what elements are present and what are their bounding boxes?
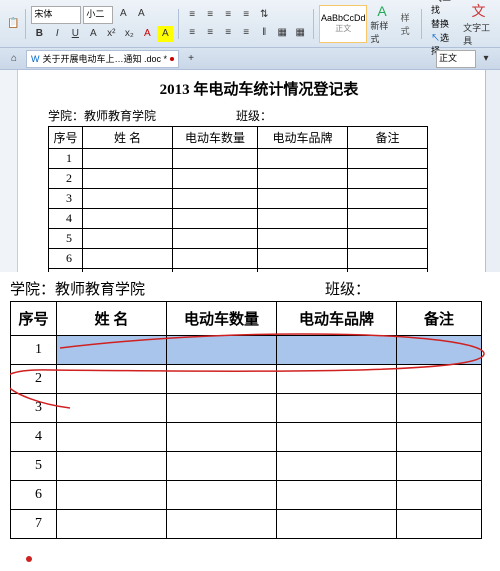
table-row: 7 [11,510,482,539]
word-window: 📋 宋体 小二 A A B I U A x² x₂ A A ≡ [0,0,500,272]
shrink-font-icon[interactable]: A [133,6,149,22]
style-preview: AaBbCcDd [321,13,366,23]
col-no: 序号 [49,127,83,149]
school-label: 学院： [48,109,84,123]
col-brand: 电动车品牌 [277,302,397,336]
col-no: 序号 [11,302,57,336]
outdent-icon[interactable]: ≡ [220,7,236,23]
table-row: 4 [49,209,428,229]
table-row: 3 [49,189,428,209]
zoomed-detail-view: 学院：教师教育学院 班级： 序号 姓 名 电动车数量 电动车品牌 备注 1 2 … [0,272,500,569]
subscript-button[interactable]: x₂ [121,26,137,42]
strike-button[interactable]: A [85,26,101,42]
col-note: 备注 [348,127,428,149]
highlight-button[interactable]: A [157,26,173,42]
document-tab[interactable]: W 关于开展电动车上…通知 .doc * [26,50,179,68]
close-tab-icon[interactable] [170,57,174,61]
italic-button[interactable]: I [49,26,65,42]
class-label: 班级： [236,107,272,124]
home-tab-icon[interactable]: ⌂ [6,51,22,67]
table-row-highlighted: 1 [11,336,482,365]
style-gallery-item[interactable]: AaBbCcDd 正文 [319,5,367,43]
table-row: 5 [49,229,428,249]
table-header-row: 序号 姓 名 电动车数量 电动车品牌 备注 [11,302,482,336]
options-icon[interactable]: ▾ [478,51,494,67]
bold-button[interactable]: B [31,26,47,42]
table-row: 6 [11,481,482,510]
col-brand: 电动车品牌 [258,127,348,149]
school-value: 教师教育学院 [84,109,156,123]
table-row: 5 [11,452,482,481]
replace-button[interactable]: 替换 [431,17,456,30]
table-row: 2 [11,365,482,394]
document-area: 2013 年电动车统计情况登记表 学院：教师教育学院 班级： 序号 姓 名 电动… [0,70,500,272]
ribbon: 📋 宋体 小二 A A B I U A x² x₂ A A ≡ [0,0,500,48]
table-header-row: 序号 姓 名 电动车数量 电动车品牌 备注 [49,127,428,149]
text-tools-button[interactable]: 文 文字工具 [463,1,494,47]
col-note: 备注 [397,302,482,336]
find-button[interactable]: 🔍查找 [431,0,456,16]
doc-table[interactable]: 序号 姓 名 电动车数量 电动车品牌 备注 1 2 3 4 5 6 7 [48,126,428,289]
new-style-button[interactable]: A 新样式 [370,3,393,45]
text-effect-button[interactable]: x² [103,26,119,42]
justify-icon[interactable]: ≡ [238,25,254,41]
section-style: 样式 [401,11,416,37]
zoom-school-value: 教师教育学院 [55,282,145,298]
align-center-icon[interactable]: ≡ [202,25,218,41]
zoom-school-label: 学院： [10,282,55,298]
border-icon[interactable]: ▦ [292,25,308,41]
word-doc-icon: W [31,54,40,64]
number-list-icon[interactable]: ≡ [202,7,218,23]
col-name: 姓 名 [83,127,173,149]
zoom-table[interactable]: 序号 姓 名 电动车数量 电动车品牌 备注 1 2 3 4 5 6 7 [10,301,482,539]
align-left-icon[interactable]: ≡ [184,25,200,41]
zoom-class-label: 班级： [325,278,370,299]
document-page[interactable]: 2013 年电动车统计情况登记表 学院：教师教育学院 班级： 序号 姓 名 电动… [18,70,500,272]
line-spacing-icon[interactable]: ‖ [256,25,272,41]
indent-icon[interactable]: ≡ [238,7,254,23]
grow-font-icon[interactable]: A [115,6,131,22]
table-row: 6 [49,249,428,269]
document-tab-bar: ⌂ W 关于开展电动车上…通知 .doc * + 正文 ▾ [0,48,500,70]
zoom-field[interactable]: 正文 [436,50,476,68]
red-dot-marker [26,556,32,562]
font-select[interactable]: 宋体 [31,6,81,24]
col-qty: 电动车数量 [167,302,277,336]
table-row: 4 [11,423,482,452]
new-tab-icon[interactable]: + [183,51,199,67]
table-row: 2 [49,169,428,189]
bullet-list-icon[interactable]: ≡ [184,7,200,23]
col-qty: 电动车数量 [173,127,258,149]
col-name: 姓 名 [57,302,167,336]
sort-icon[interactable]: ⇅ [256,7,272,23]
shading-icon[interactable]: ▦ [274,25,290,41]
font-size-select[interactable]: 小二 [83,6,113,24]
paste-icon[interactable]: 📋 [6,16,20,32]
align-right-icon[interactable]: ≡ [220,25,236,41]
font-color-button[interactable]: A [139,26,155,42]
table-row: 3 [11,394,482,423]
style-label: 正文 [335,23,351,34]
table-row: 1 [49,149,428,169]
vertical-ruler [0,70,18,272]
underline-button[interactable]: U [67,26,83,42]
page-title: 2013 年电动车统计情况登记表 [38,78,480,99]
tab-title: 关于开展电动车上…通知 .doc * [43,52,168,65]
